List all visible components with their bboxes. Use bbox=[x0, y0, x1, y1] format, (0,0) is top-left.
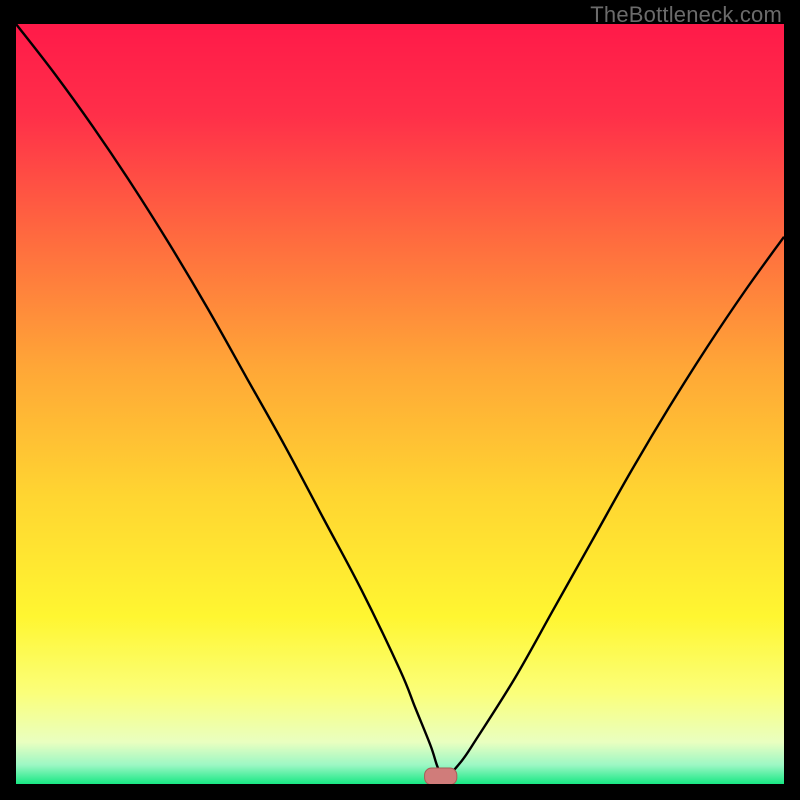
optimal-marker bbox=[425, 768, 457, 784]
bottleneck-chart bbox=[16, 24, 784, 784]
chart-frame bbox=[16, 24, 784, 784]
